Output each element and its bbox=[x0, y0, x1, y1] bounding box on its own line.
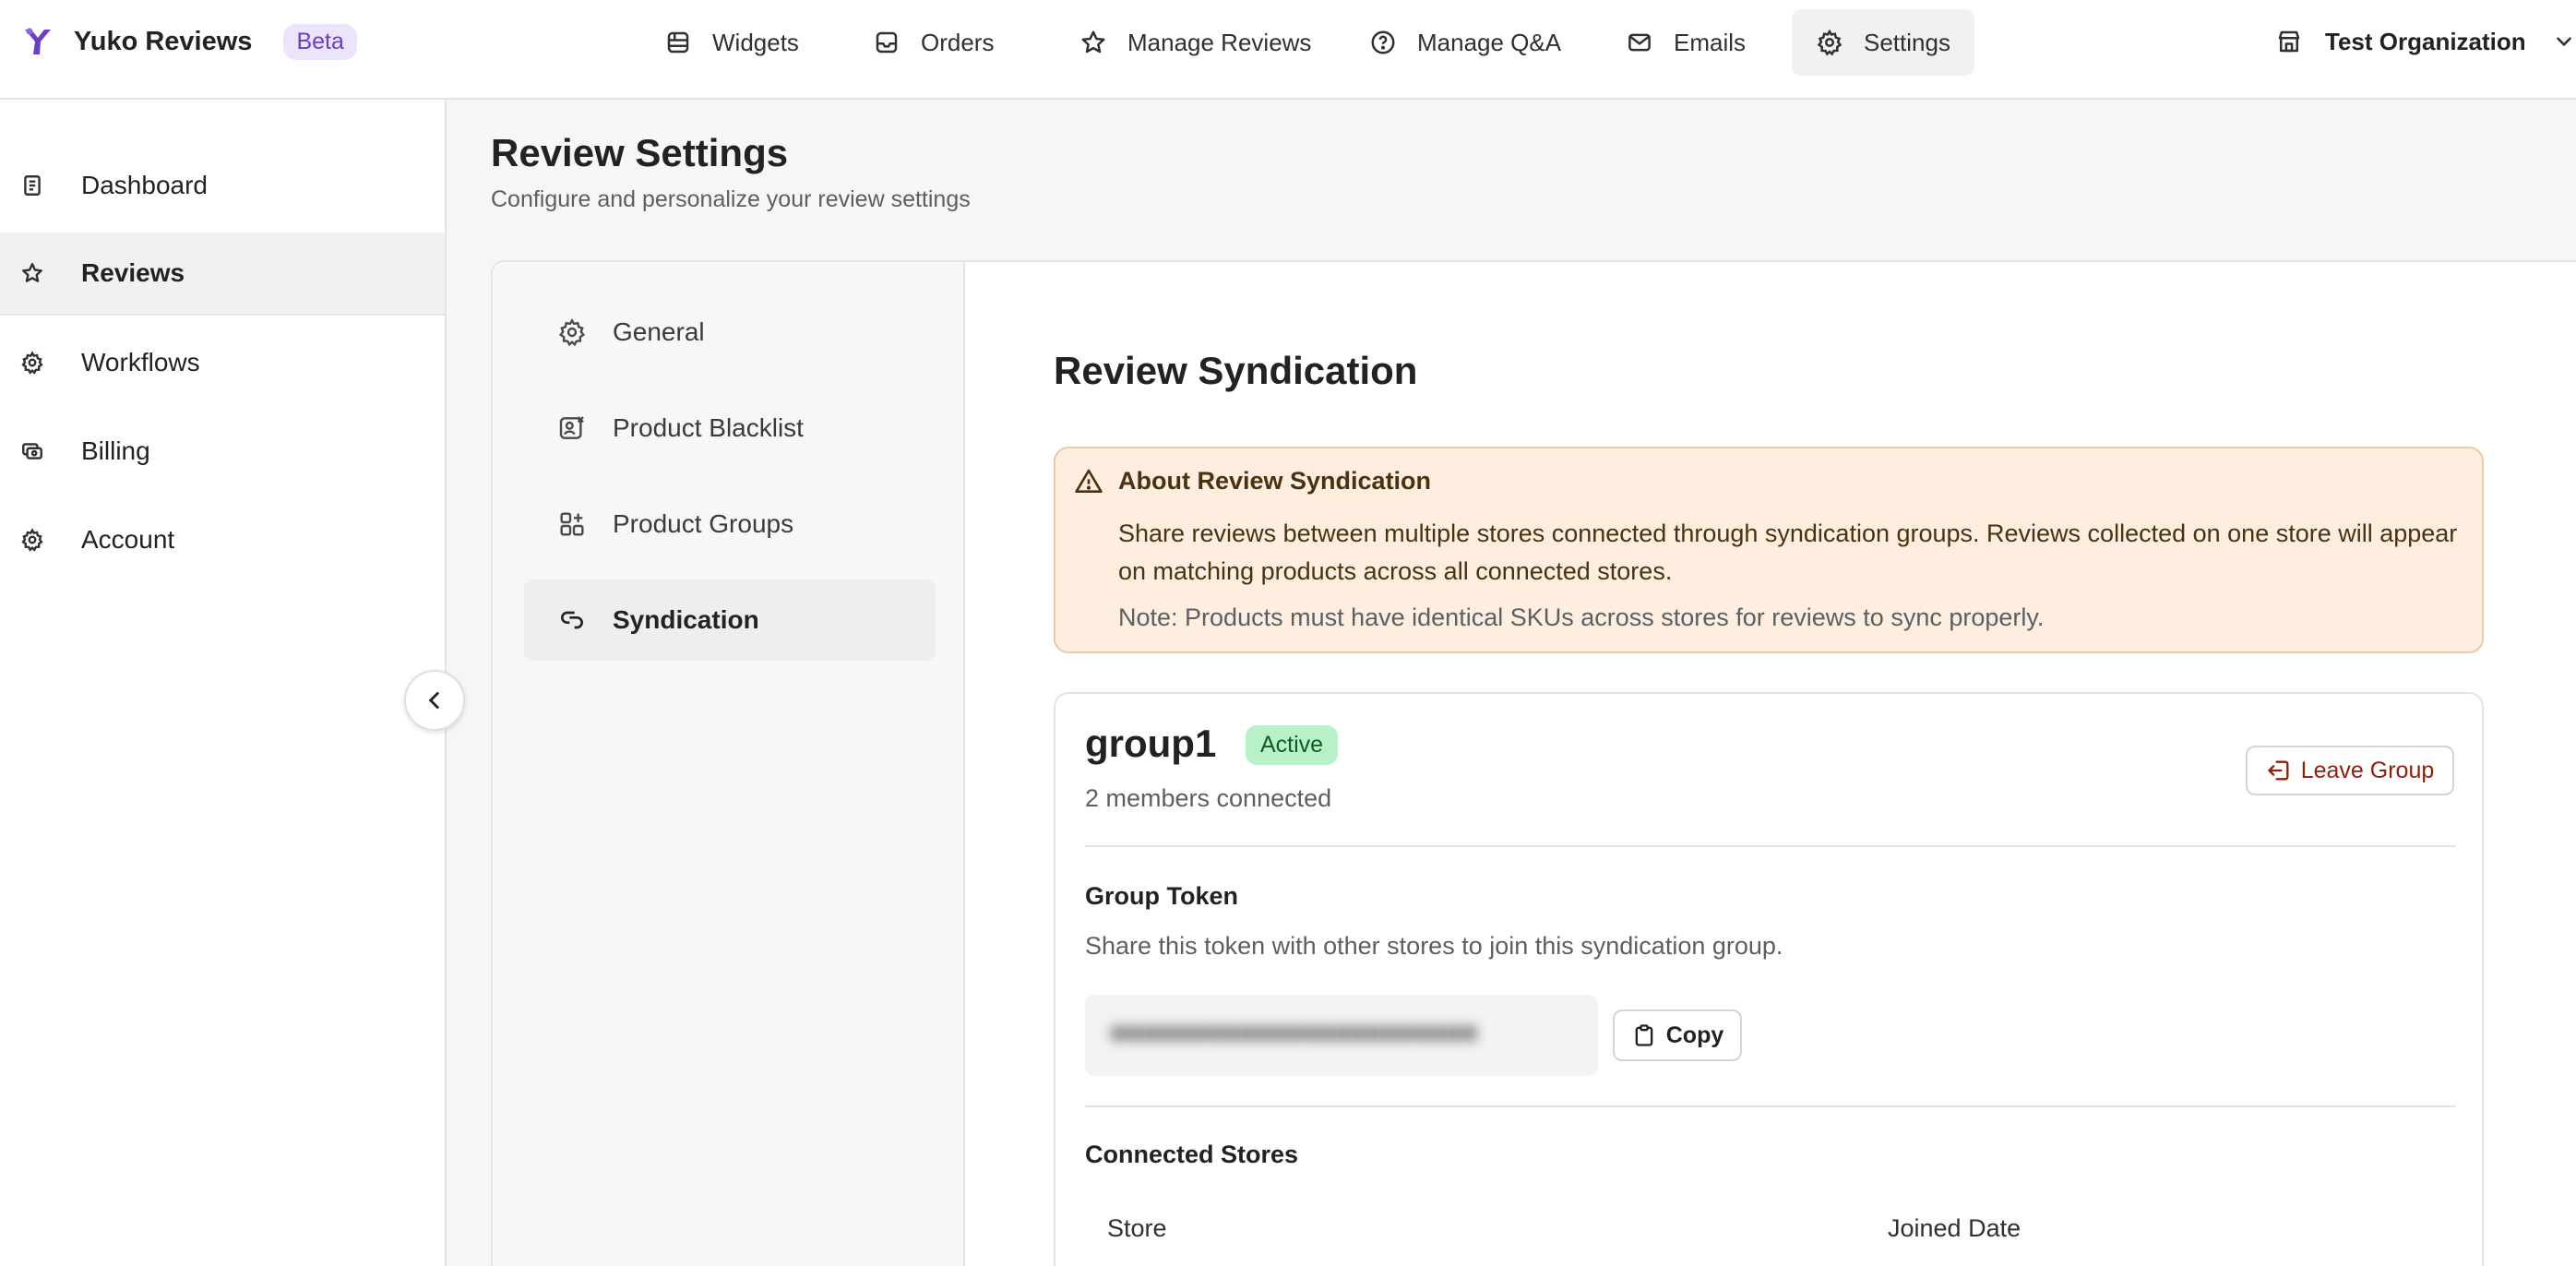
topnav-label: Widgets bbox=[712, 28, 799, 56]
group-name: group1 bbox=[1085, 722, 1217, 765]
store-icon bbox=[2278, 30, 2300, 53]
copy-token-button[interactable]: Copy bbox=[1613, 1009, 1742, 1061]
gear-icon bbox=[21, 528, 43, 552]
syndication-group-card: group1 Active 2 members connected Leave … bbox=[1054, 692, 2484, 1266]
topnav-label: Manage Reviews bbox=[1127, 28, 1312, 56]
settings-nav-label: General bbox=[613, 317, 705, 346]
leave-group-label: Leave Group bbox=[2300, 757, 2435, 783]
sidebar-item-reviews[interactable]: Reviews bbox=[0, 233, 445, 316]
gear-icon bbox=[1817, 29, 1843, 56]
members-count: 2 members connected bbox=[1085, 784, 1332, 812]
document-icon bbox=[24, 175, 41, 196]
column-header-joined-date: Joined Date bbox=[1888, 1214, 2021, 1242]
settings-nav-label: Product Groups bbox=[613, 509, 794, 538]
topnav-settings[interactable]: Settings bbox=[1792, 9, 1974, 76]
chevron-left-icon bbox=[428, 692, 439, 709]
sidebar-item-account[interactable]: Account bbox=[0, 498, 445, 581]
divider bbox=[1085, 845, 2456, 847]
question-icon bbox=[1371, 30, 1395, 54]
blacklist-icon bbox=[559, 416, 584, 439]
organization-switcher[interactable]: Test Organization bbox=[2275, 20, 2576, 63]
topnav-orders[interactable]: Orders bbox=[849, 9, 1018, 76]
settings-nav-label: Product Blacklist bbox=[613, 413, 804, 442]
page-title: Review Settings bbox=[491, 131, 789, 174]
chevron-down-icon bbox=[2556, 37, 2571, 47]
warning-icon bbox=[1075, 469, 1103, 493]
organization-name: Test Organization bbox=[2325, 27, 2526, 55]
copy-label: Copy bbox=[1665, 1021, 1724, 1048]
topnav-label: Emails bbox=[1674, 28, 1747, 56]
section-title: Review Syndication bbox=[1054, 349, 1418, 392]
sidebar-item-workflows[interactable]: Workflows bbox=[0, 321, 445, 404]
group-token-field[interactable]: ■■■■■■■■■■■■■■■■■■■■■■■ bbox=[1085, 995, 1598, 1076]
settings-nav-general[interactable]: General bbox=[524, 292, 936, 373]
topnav-label: Settings bbox=[1864, 28, 1950, 56]
leave-group-button[interactable]: Leave Group bbox=[2246, 746, 2454, 795]
gear-icon bbox=[21, 351, 43, 375]
sidebar-item-billing[interactable]: Billing bbox=[0, 410, 445, 493]
page-subtitle: Configure and personalize your review se… bbox=[491, 186, 971, 212]
group-token-description: Share this token with other stores to jo… bbox=[1085, 932, 1783, 960]
widgets-icon bbox=[667, 31, 689, 54]
billing-icon bbox=[22, 443, 42, 460]
star-icon bbox=[1081, 30, 1105, 54]
topnav-manage-qa[interactable]: Manage Q&A bbox=[1345, 9, 1585, 76]
sidebar-item-label: Reviews bbox=[81, 258, 185, 287]
sidebar: Dashboard Reviews Workflows Billing Acco… bbox=[0, 100, 447, 1266]
banner-note: Note: Products must have identical SKUs … bbox=[1118, 603, 2045, 631]
sidebar-item-label: Workflows bbox=[81, 348, 200, 376]
mail-icon bbox=[1628, 33, 1651, 52]
connected-stores-title: Connected Stores bbox=[1085, 1141, 1299, 1168]
divider bbox=[1085, 1105, 2456, 1107]
banner-title: About Review Syndication bbox=[1118, 467, 1432, 495]
settings-nav-syndication[interactable]: Syndication bbox=[524, 579, 936, 661]
star-icon bbox=[22, 263, 42, 282]
group-token-title: Group Token bbox=[1085, 882, 1238, 910]
link-icon bbox=[561, 611, 583, 629]
info-banner: About Review Syndication Share reviews b… bbox=[1054, 447, 2484, 653]
brand[interactable]: Yuko Reviews Beta bbox=[22, 20, 357, 63]
sidebar-item-label: Billing bbox=[81, 436, 150, 465]
topnav-widgets[interactable]: Widgets bbox=[640, 9, 823, 76]
topnav-label: Manage Q&A bbox=[1417, 28, 1562, 56]
sidebar-item-dashboard[interactable]: Dashboard bbox=[0, 144, 445, 227]
collapse-sidebar-button[interactable] bbox=[404, 670, 465, 731]
yuko-logo-icon bbox=[25, 28, 51, 54]
redacted-token: ■■■■■■■■■■■■■■■■■■■■■■■ bbox=[1111, 1019, 1479, 1046]
clipboard-icon bbox=[1635, 1024, 1653, 1046]
top-bar: Yuko Reviews Beta Widgets Orders Manage … bbox=[0, 0, 2576, 100]
settings-nav: General Product Blacklist Product Groups… bbox=[493, 262, 965, 1266]
settings-nav-product-blacklist[interactable]: Product Blacklist bbox=[524, 388, 936, 469]
beta-badge: Beta bbox=[283, 23, 357, 60]
sidebar-item-label: Account bbox=[81, 525, 175, 554]
settings-nav-product-groups[interactable]: Product Groups bbox=[524, 484, 936, 565]
exit-icon bbox=[2268, 760, 2289, 781]
topnav-label: Orders bbox=[921, 28, 995, 56]
inbox-icon bbox=[876, 31, 898, 54]
gear-icon bbox=[559, 317, 585, 347]
column-header-store: Store bbox=[1107, 1214, 1167, 1242]
status-badge: Active bbox=[1246, 725, 1339, 765]
groups-icon bbox=[560, 512, 584, 536]
topnav-manage-reviews[interactable]: Manage Reviews bbox=[1055, 9, 1335, 76]
topnav-emails[interactable]: Emails bbox=[1602, 9, 1770, 76]
banner-body: Share reviews between multiple stores co… bbox=[1118, 520, 2458, 585]
settings-nav-label: Syndication bbox=[613, 605, 759, 634]
brand-name: Yuko Reviews bbox=[74, 26, 253, 56]
sidebar-item-label: Dashboard bbox=[81, 171, 208, 199]
